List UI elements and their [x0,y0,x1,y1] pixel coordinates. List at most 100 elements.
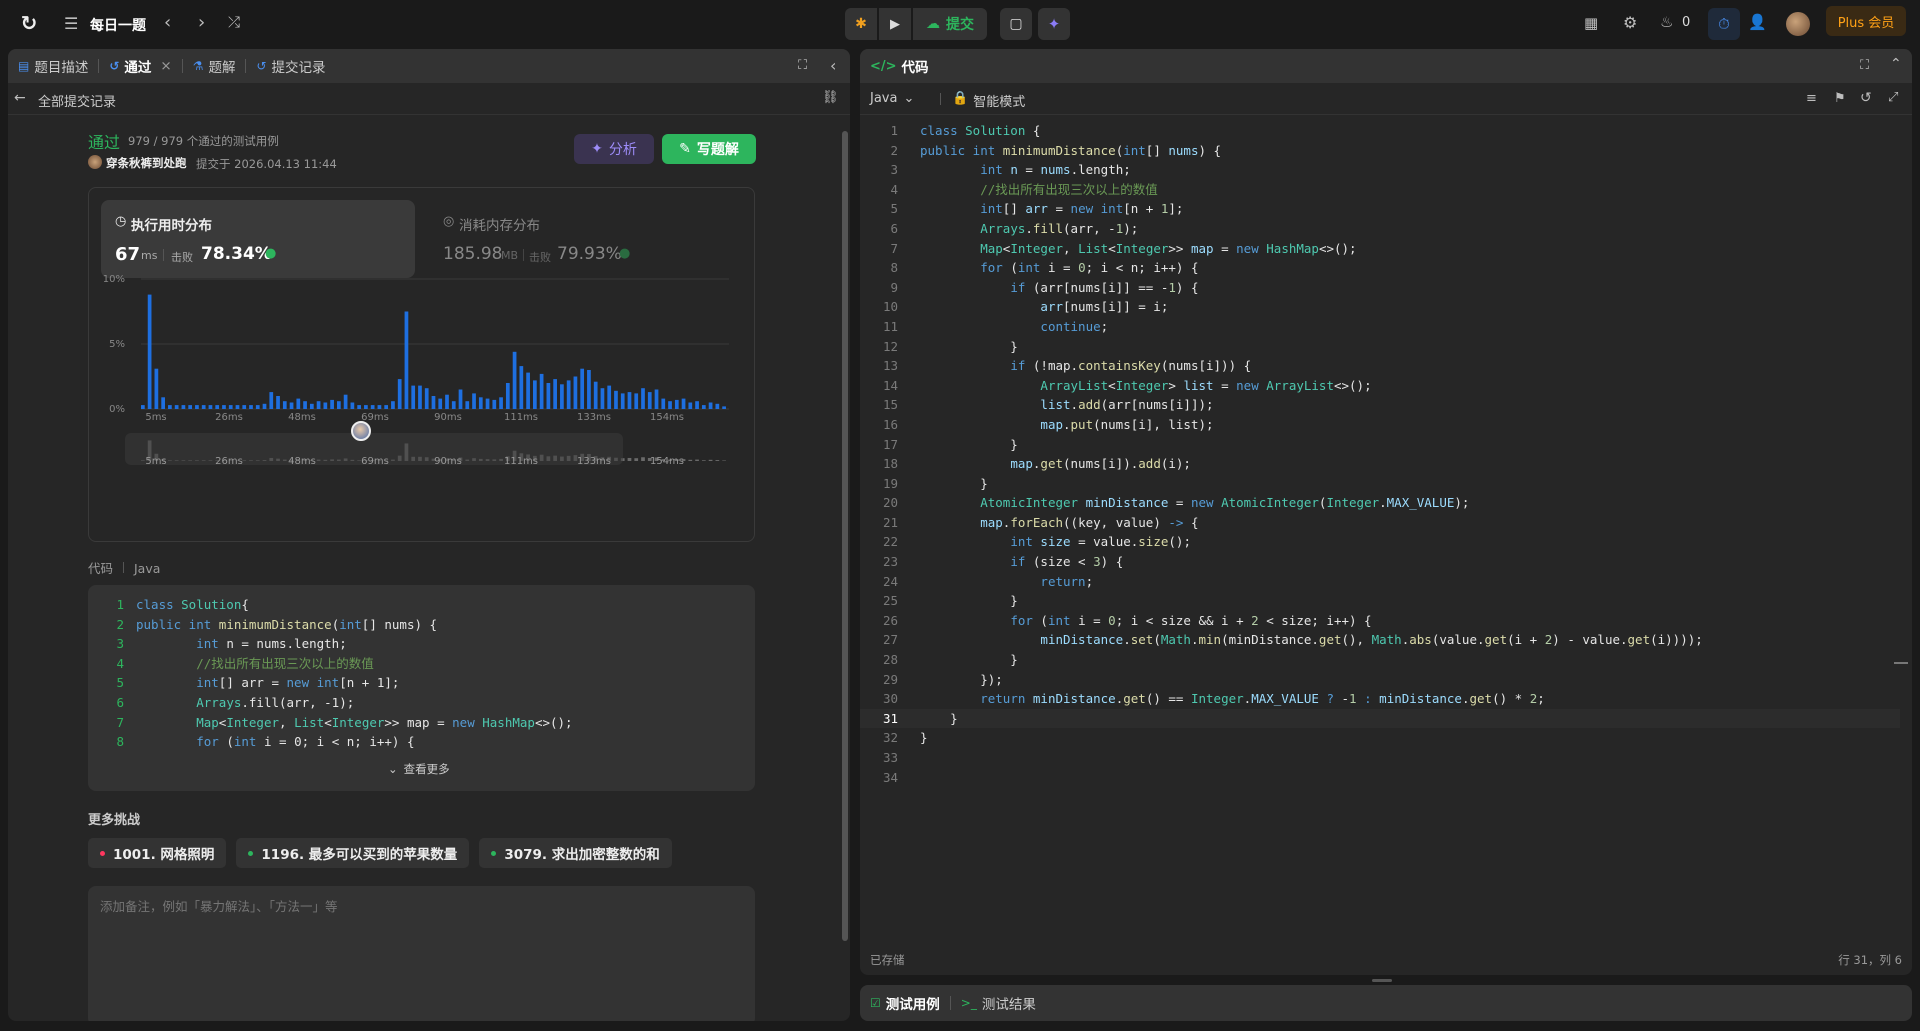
bar [533,380,537,409]
language-select[interactable]: Java ⌄ [870,91,914,106]
leetcode-logo-icon[interactable]: ↻ [18,11,40,35]
write-solution-button[interactable]: ✎ 写题解 [662,134,756,164]
code-token: { [241,597,249,612]
code-token: size [1138,534,1169,550]
code-line: 25 } [860,591,1900,611]
test-panel: ☑ 测试用例 >_ 测试结果 [860,985,1912,1021]
maximize-icon[interactable]: ⛶ [1860,58,1869,73]
bar [688,402,693,409]
code-line: 5 int[] arr = new int [n + 1]; [860,199,1900,219]
maximize-icon[interactable]: ⛶ [798,58,807,73]
bar [364,405,368,409]
code-token: = value. [1078,534,1139,550]
tab-code[interactable]: </> 代码 [860,49,939,83]
challenge-chip[interactable]: 3079. 求出加密整数的和 [479,838,672,868]
expand-icon[interactable]: ⤢ [1888,90,1898,105]
debug-button[interactable]: ✱ [845,8,877,40]
bar [485,398,490,409]
bar [634,393,639,409]
format-icon[interactable]: ≡ [1806,91,1817,106]
line-number: 3 [116,636,124,652]
bar [337,401,341,409]
bar [431,396,436,409]
tab-description[interactable]: ▤ 题目描述 [8,49,98,83]
back-arrow-icon[interactable]: ← [14,90,26,106]
line-number: 1 [890,123,898,138]
tab-accepted[interactable]: ↺ 通过 × [99,49,181,83]
shuffle-icon[interactable]: ⤮ [228,13,240,31]
line-number: 18 [882,456,898,472]
problem-list-icon[interactable]: ☰ [64,14,78,33]
code-token: int [1010,534,1041,550]
overview-tick-label: 90ms [434,456,462,467]
code-token: [nums[i]] = i; [1063,299,1169,315]
code-token: = [1175,495,1191,511]
resize-handle[interactable] [1372,979,1392,982]
left-scrollbar[interactable] [842,121,848,1011]
code-line: 5 int[] arr = new int [n + 1]; [88,673,755,693]
bar [566,380,571,409]
tab-testcase[interactable]: ☑ 测试用例 [860,986,950,1020]
analyze-button[interactable]: ✦ 分析 [574,134,654,164]
bar [161,397,165,409]
next-problem-icon[interactable]: › [198,12,205,33]
bar [553,379,557,409]
layout-grid-icon[interactable]: ▦ [1584,14,1598,32]
smart-mode-toggle[interactable]: 🔒 智能模式 [952,91,1025,110]
code-line: 7 Map < Integer, List < Integer >> map = new … [88,713,755,733]
code-token: int [1047,612,1079,628]
difficulty-dot [248,850,254,856]
timer-button[interactable]: ⏱ [1708,8,1740,40]
settings-gear-icon[interactable]: ⚙ [1623,13,1637,32]
code-token: [] arr = [218,675,287,691]
runtime-distribution-chart[interactable]: 10%5%0%5ms5ms26ms26ms48ms48ms69ms69ms90m… [89,188,756,543]
bar [587,370,591,409]
submit-button[interactable]: ☁ 提交 [913,8,987,40]
close-tab-icon[interactable]: × [160,58,171,74]
code-editor[interactable]: 1 class Solution {2 public int minimumDist… [860,121,1900,921]
collapse-chevron-icon[interactable]: ‹ [830,56,836,75]
run-button[interactable]: ▶ [879,8,911,40]
doc-icon: ▤ [18,59,30,73]
add-friend-icon[interactable]: 👤 [1748,13,1767,31]
code-token: ((key, value) [1063,514,1169,530]
editor-toolbar: Java ⌄ 🔒 智能模式 ≡ ⚑ ↺ ⤢ [860,83,1912,115]
challenge-chip[interactable]: 1001. 网格照明 [88,838,227,868]
code-token: fill [1032,220,1064,236]
link-icon[interactable]: ⛓ [822,90,839,105]
scroll-thumb[interactable] [842,131,848,941]
user-avatar[interactable] [1786,12,1810,36]
code-token: Integer [1010,240,1064,256]
code-token: arr [1025,201,1056,217]
username[interactable]: 穿条秋裤到处跑 [106,155,187,171]
sparkle-icon: ✦ [591,141,603,157]
code-token: <>(); [1318,240,1357,256]
note-input[interactable] [88,886,755,1021]
plus-membership-button[interactable]: Plus 会员 [1826,6,1906,36]
code-token: 1 [1168,279,1176,295]
tab-test-result[interactable]: >_ 测试结果 [951,986,1046,1020]
challenge-chip[interactable]: 1196. 最多可以买到的苹果数量 [236,838,470,868]
code-token: i = [1047,260,1079,276]
code-token: map [980,514,1003,530]
code-line: 30 return minDistance. get() == Integer. M… [860,689,1900,709]
view-more-button[interactable]: ⌄ 查看更多 [388,761,450,777]
tab-submissions[interactable]: ↺ 提交记录 [246,49,335,83]
prev-problem-icon[interactable]: ‹ [164,12,171,33]
flame-icon[interactable]: ♨ [1660,13,1673,31]
bookmark-icon[interactable]: ⚑ [1834,91,1846,106]
code-token: } [920,710,958,726]
bar [438,398,443,409]
notes-button[interactable]: ▢ [1000,8,1032,40]
ai-button[interactable]: ✦ [1038,8,1070,40]
code-line: 28 } [860,650,1900,670]
tab-solutions[interactable]: ⚗ 题解 [183,49,246,83]
collapse-up-icon[interactable]: ⌃ [1890,56,1902,72]
back-to-submissions-link[interactable]: 全部提交记录 [38,91,116,110]
reset-icon[interactable]: ↺ [1860,90,1872,106]
problem-list-title[interactable]: 每日一题 [90,15,146,35]
